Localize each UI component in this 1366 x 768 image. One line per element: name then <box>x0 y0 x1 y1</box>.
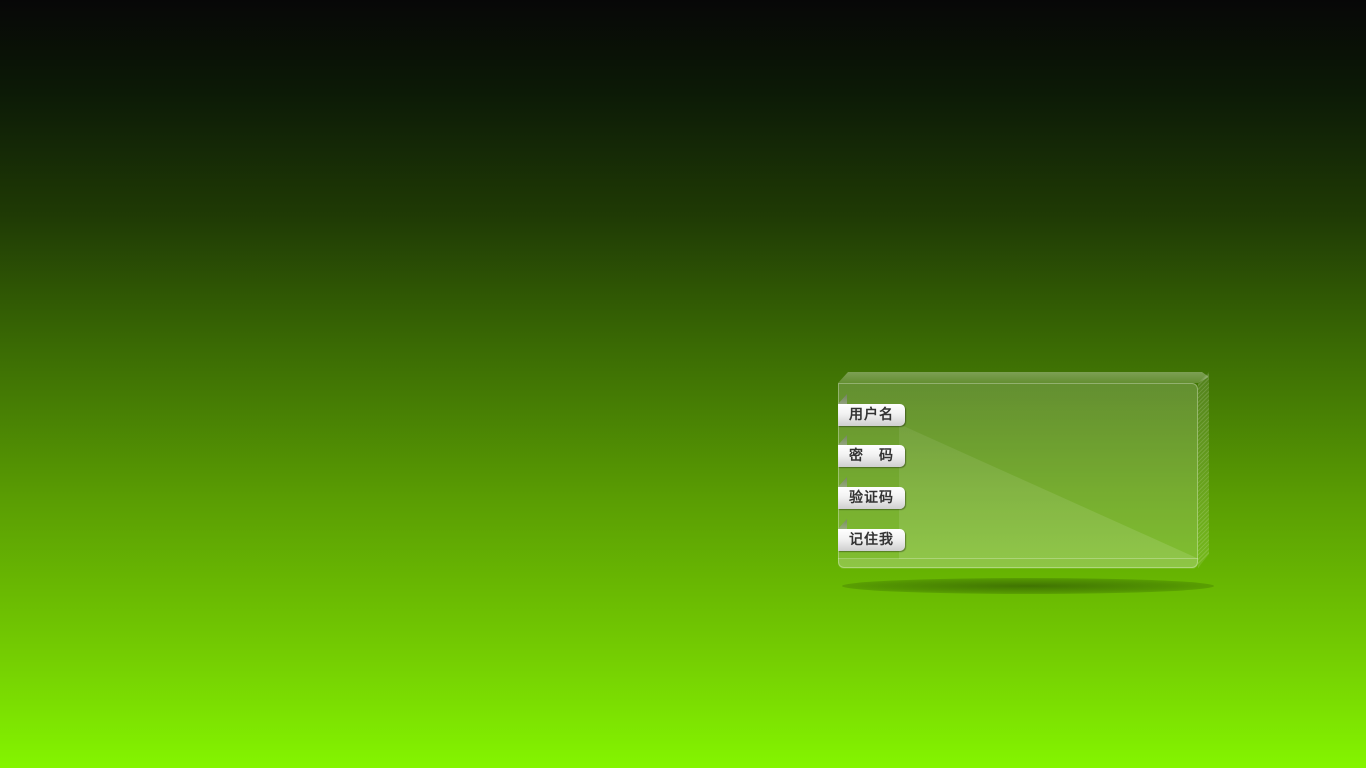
login-panel-shadow <box>842 578 1214 594</box>
login-panel-top-face <box>838 372 1209 383</box>
password-label: 密 码 <box>838 445 905 467</box>
login-panel-bottom-edge <box>838 558 1198 569</box>
username-label: 用户名 <box>838 404 905 426</box>
remember-me-label: 记住我 <box>838 529 905 551</box>
captcha-label: 验证码 <box>838 487 905 509</box>
login-panel-side-face <box>1198 372 1209 568</box>
